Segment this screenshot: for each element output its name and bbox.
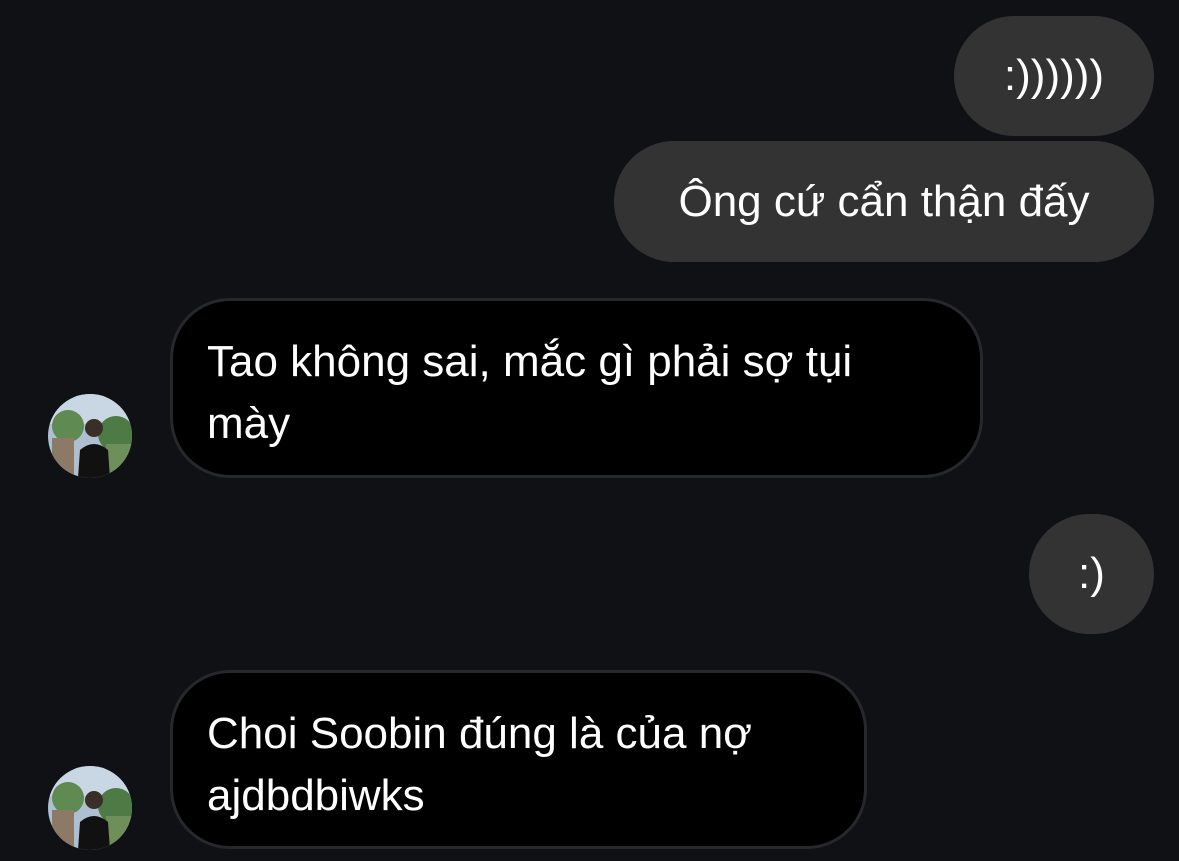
avatar-photo-icon bbox=[48, 766, 132, 850]
message-text: Ông cứ cẩn thận đấy bbox=[678, 176, 1090, 226]
message-text: :) bbox=[1078, 549, 1105, 598]
message-text: :)))))) bbox=[1003, 51, 1105, 100]
received-message-bubble[interactable]: Tao không sai, mắc gì phải sợ tụi mày bbox=[170, 298, 983, 478]
sent-message-bubble[interactable]: :)))))) bbox=[954, 16, 1154, 136]
received-message-bubble[interactable]: Choi Soobin đúng là của nợ ajdbdbiwks bbox=[170, 670, 867, 849]
avatar-photo-icon bbox=[48, 394, 132, 478]
message-text-line: ajdbdbiwks bbox=[207, 771, 425, 820]
message-text-line: Choi Soobin đúng là của nợ bbox=[207, 709, 753, 758]
message-text-line: mày bbox=[207, 399, 291, 448]
sent-message-bubble[interactable]: :) bbox=[1029, 514, 1154, 634]
sent-message-bubble[interactable]: Ông cứ cẩn thận đấy bbox=[614, 141, 1154, 262]
avatar[interactable] bbox=[48, 394, 132, 478]
message-text-line: Tao không sai, mắc gì phải sợ tụi bbox=[207, 337, 853, 386]
avatar[interactable] bbox=[48, 766, 132, 850]
chat-thread: :)))))) Ông cứ cẩn thận đấy Tao không sa… bbox=[0, 0, 1179, 861]
